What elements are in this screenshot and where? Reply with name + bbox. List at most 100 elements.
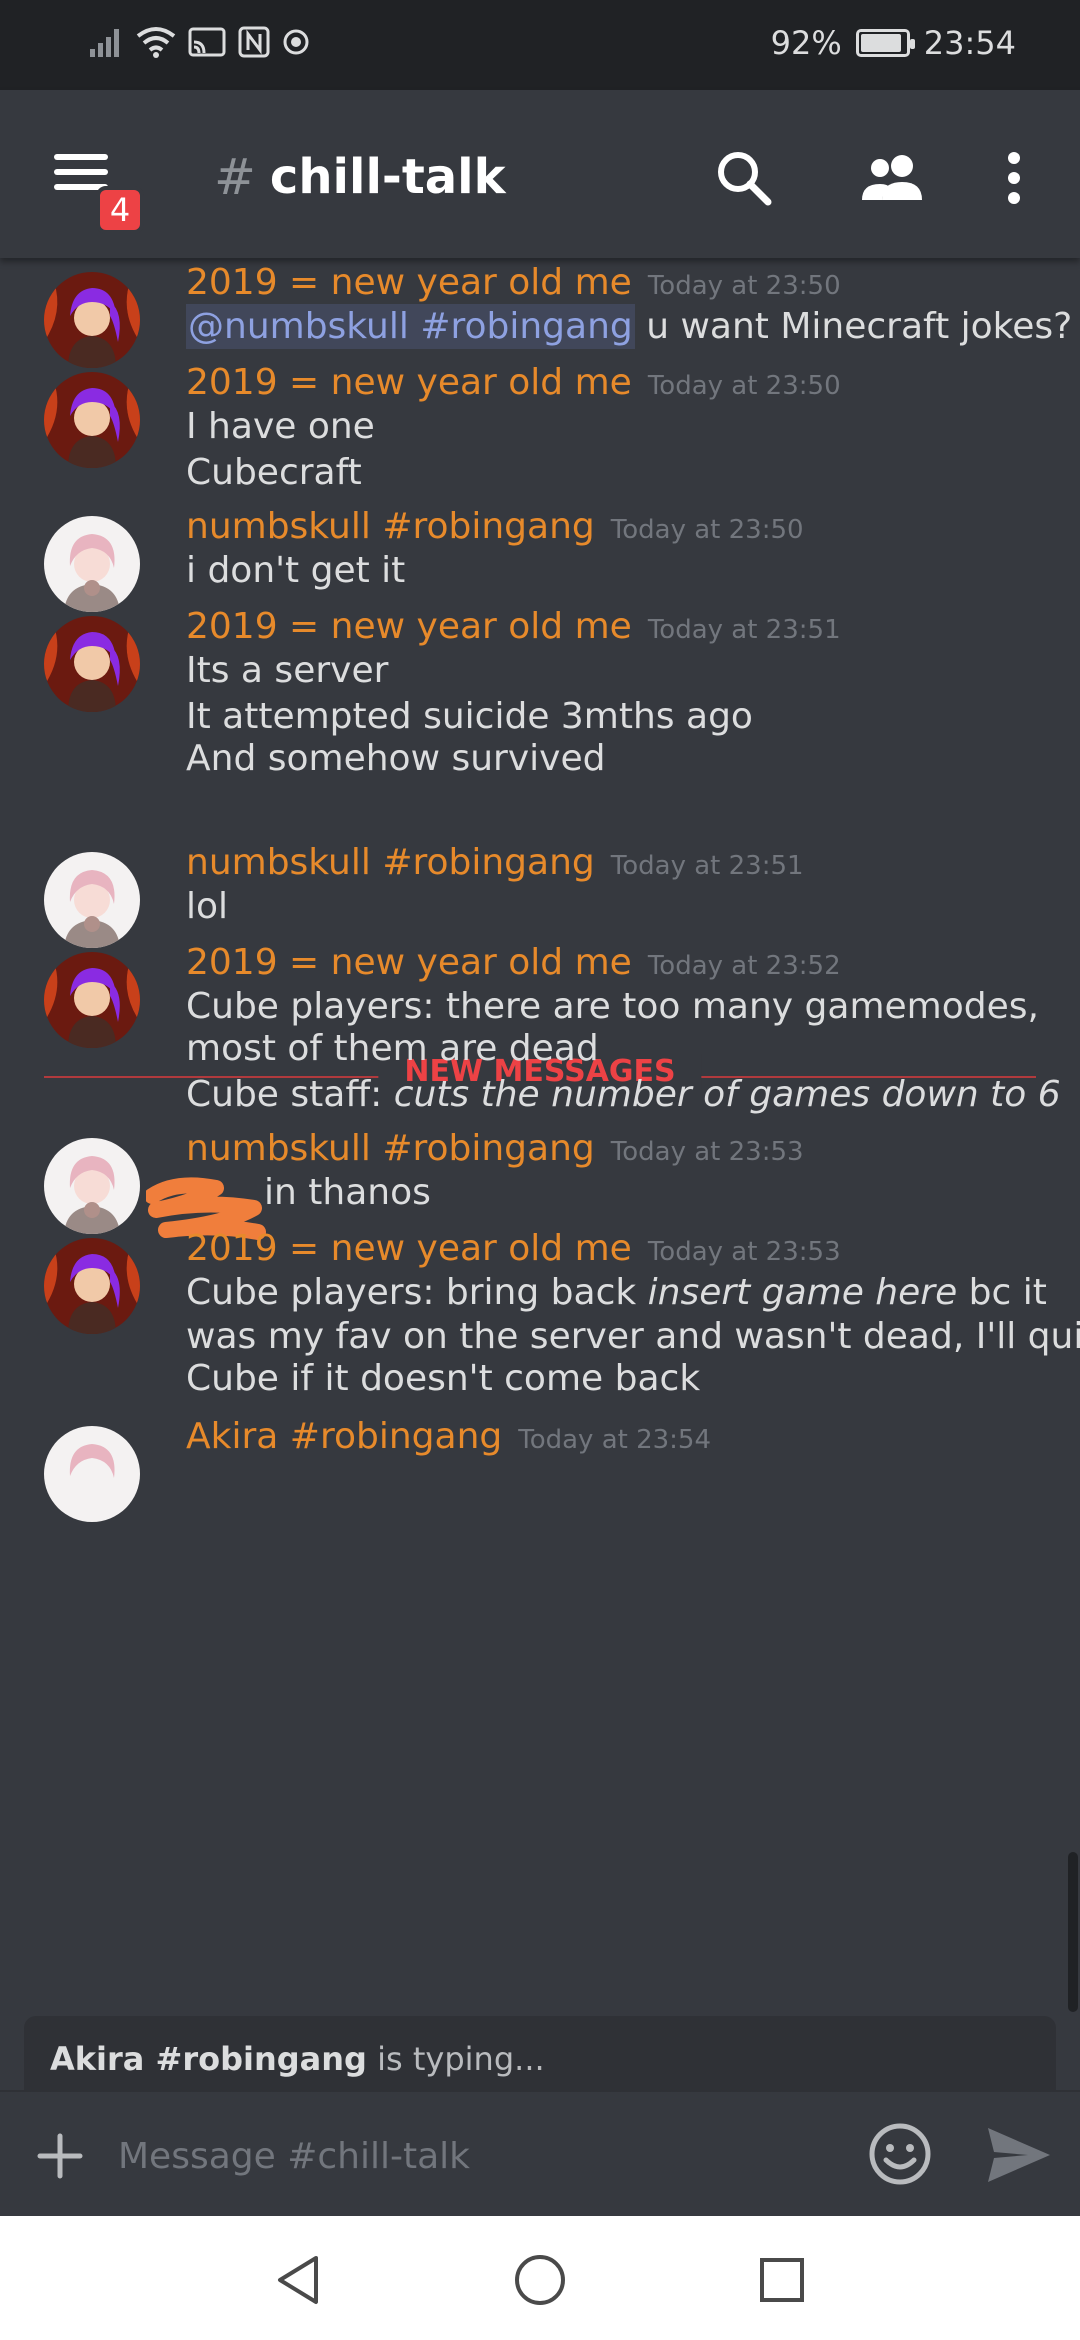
- scrollbar[interactable]: [1068, 1852, 1078, 2012]
- avatar-pink-hair[interactable]: [44, 1138, 140, 1234]
- user-mention[interactable]: @numbskull #robingang: [186, 304, 635, 349]
- message-text: Its a server: [186, 650, 389, 691]
- avatar-purple-hair-icon: [44, 616, 140, 712]
- avatar-purple-hair-icon: [44, 952, 140, 1048]
- record-icon: [283, 29, 309, 55]
- message-list[interactable]: 2019 = new year old me Today at 23:50 @nu…: [0, 258, 1080, 2038]
- message-text: I have one: [186, 406, 375, 447]
- message-text-part: Cube staff:: [186, 1074, 394, 1115]
- avatar-purple-hair-icon: [44, 272, 140, 368]
- avatar-pink-hair[interactable]: [44, 1426, 140, 1522]
- message-timestamp: Today at 23:51: [610, 851, 804, 881]
- message-text-italic: insert game here: [647, 1272, 958, 1313]
- avatar-pink-hair[interactable]: [44, 852, 140, 948]
- avatar-pink-hair-icon: [44, 852, 140, 948]
- message-text: Cube players: bring back insert game her…: [186, 1272, 1047, 1313]
- unread-badge: 4: [96, 186, 144, 234]
- status-bar: 92% 23:54: [0, 0, 1080, 90]
- system-nav-bar: [0, 2216, 1080, 2340]
- clock: 23:54: [923, 24, 1016, 62]
- avatar-purple-hair-icon: [44, 372, 140, 468]
- emoji-button[interactable]: [866, 2120, 934, 2188]
- avatar-purple-hair[interactable]: [44, 272, 140, 368]
- avatar-purple-hair[interactable]: [44, 616, 140, 712]
- message-author[interactable]: numbskull #robingang Today at 23:53: [186, 1128, 804, 1169]
- more-button[interactable]: [996, 146, 1032, 210]
- avatar-purple-hair[interactable]: [44, 1238, 140, 1334]
- message-text-part: u want Minecraft jokes?: [634, 306, 1073, 347]
- message-timestamp: Today at 23:54: [518, 1425, 712, 1455]
- author-name[interactable]: 2019 = new year old me: [186, 1228, 632, 1269]
- plus-icon: [37, 2133, 83, 2179]
- more-icon: [1008, 152, 1020, 204]
- message-author[interactable]: 2019 = new year old me Today at 23:50: [186, 262, 841, 303]
- message-timestamp: Today at 23:53: [647, 1237, 841, 1267]
- message-author[interactable]: 2019 = new year old me Today at 23:50: [186, 362, 841, 403]
- author-name[interactable]: 2019 = new year old me: [186, 262, 632, 303]
- cast-icon: [188, 27, 226, 57]
- message-author[interactable]: numbskull #robingang Today at 23:51: [186, 842, 804, 883]
- message-author[interactable]: 2019 = new year old me Today at 23:51: [186, 606, 841, 647]
- message-text: i don't get it: [186, 550, 406, 591]
- typing-user: Akira #robingang: [50, 2040, 367, 2078]
- message-text-part: Cube players: bring back: [186, 1272, 648, 1313]
- hash-icon: #: [214, 148, 256, 206]
- battery-icon: [855, 29, 915, 57]
- message-text: It attempted suicide 3mths ago: [186, 696, 753, 737]
- message-timestamp: Today at 23:51: [647, 615, 841, 645]
- message-timestamp: Today at 23:50: [647, 371, 841, 401]
- message-author[interactable]: numbskull #robingang Today at 23:50: [186, 506, 804, 547]
- message-timestamp: Today at 23:50: [610, 515, 804, 545]
- members-icon: [862, 155, 922, 200]
- avatar-pink-hair-icon: [44, 1138, 140, 1234]
- author-name[interactable]: numbskull #robingang: [186, 842, 595, 883]
- wifi-icon: [136, 27, 176, 58]
- recents-button[interactable]: [752, 2250, 812, 2310]
- search-button[interactable]: [712, 146, 776, 210]
- message-text: most of them are dead: [186, 1028, 599, 1069]
- message-text-part: bc it: [957, 1272, 1047, 1313]
- message-text: was my fav on the server and wasn't dead…: [186, 1316, 1080, 1357]
- message-text: in thanos: [264, 1172, 431, 1213]
- avatar-pink-hair[interactable]: [44, 516, 140, 612]
- send-icon: [988, 2128, 1050, 2182]
- nfc-icon: [238, 26, 270, 58]
- send-button[interactable]: [984, 2124, 1054, 2186]
- message-input[interactable]: [118, 2120, 838, 2192]
- message-text: @numbskull #robingang u want Minecraft j…: [186, 304, 1073, 349]
- author-name[interactable]: 2019 = new year old me: [186, 362, 632, 403]
- search-icon: [718, 152, 772, 206]
- author-name[interactable]: 2019 = new year old me: [186, 606, 632, 647]
- message-timestamp: Today at 23:53: [610, 1137, 804, 1167]
- message-text: lol: [186, 886, 229, 927]
- recents-icon: [760, 2258, 804, 2302]
- message-text: Cubecraft: [186, 452, 362, 493]
- typing-indicator: Akira #robingang is typing...: [24, 2016, 1056, 2090]
- channel-name: chill-talk: [269, 149, 506, 205]
- message-composer: [0, 2090, 1080, 2216]
- avatar-purple-hair-icon: [44, 1238, 140, 1334]
- message-text-italic: cuts the number of games down to 6: [393, 1074, 1061, 1115]
- message-author[interactable]: 2019 = new year old me Today at 23:52: [186, 942, 841, 983]
- author-name[interactable]: numbskull #robingang: [186, 1128, 595, 1169]
- message-timestamp: Today at 23:50: [647, 271, 841, 301]
- author-name[interactable]: numbskull #robingang: [186, 506, 595, 547]
- avatar-purple-hair[interactable]: [44, 952, 140, 1048]
- channel-title: # chill-talk: [214, 148, 506, 206]
- battery-percent: 92%: [770, 24, 842, 62]
- back-button[interactable]: [268, 2250, 328, 2310]
- members-button[interactable]: [852, 146, 932, 210]
- signal-icon: [90, 29, 119, 57]
- home-icon: [515, 2255, 565, 2305]
- author-name[interactable]: 2019 = new year old me: [186, 942, 632, 983]
- status-icons: [88, 26, 310, 58]
- back-icon: [278, 2256, 318, 2304]
- message-author[interactable]: Akira #robingang Today at 23:54: [186, 1416, 711, 1457]
- avatar-purple-hair[interactable]: [44, 372, 140, 468]
- message-text: Cube staff: cuts the number of games dow…: [186, 1074, 1061, 1115]
- author-name[interactable]: Akira #robingang: [186, 1416, 502, 1457]
- message-author[interactable]: 2019 = new year old me Today at 23:53: [186, 1228, 841, 1269]
- emoji-icon: [869, 2123, 931, 2185]
- home-button[interactable]: [510, 2250, 570, 2310]
- attach-button[interactable]: [36, 2132, 84, 2180]
